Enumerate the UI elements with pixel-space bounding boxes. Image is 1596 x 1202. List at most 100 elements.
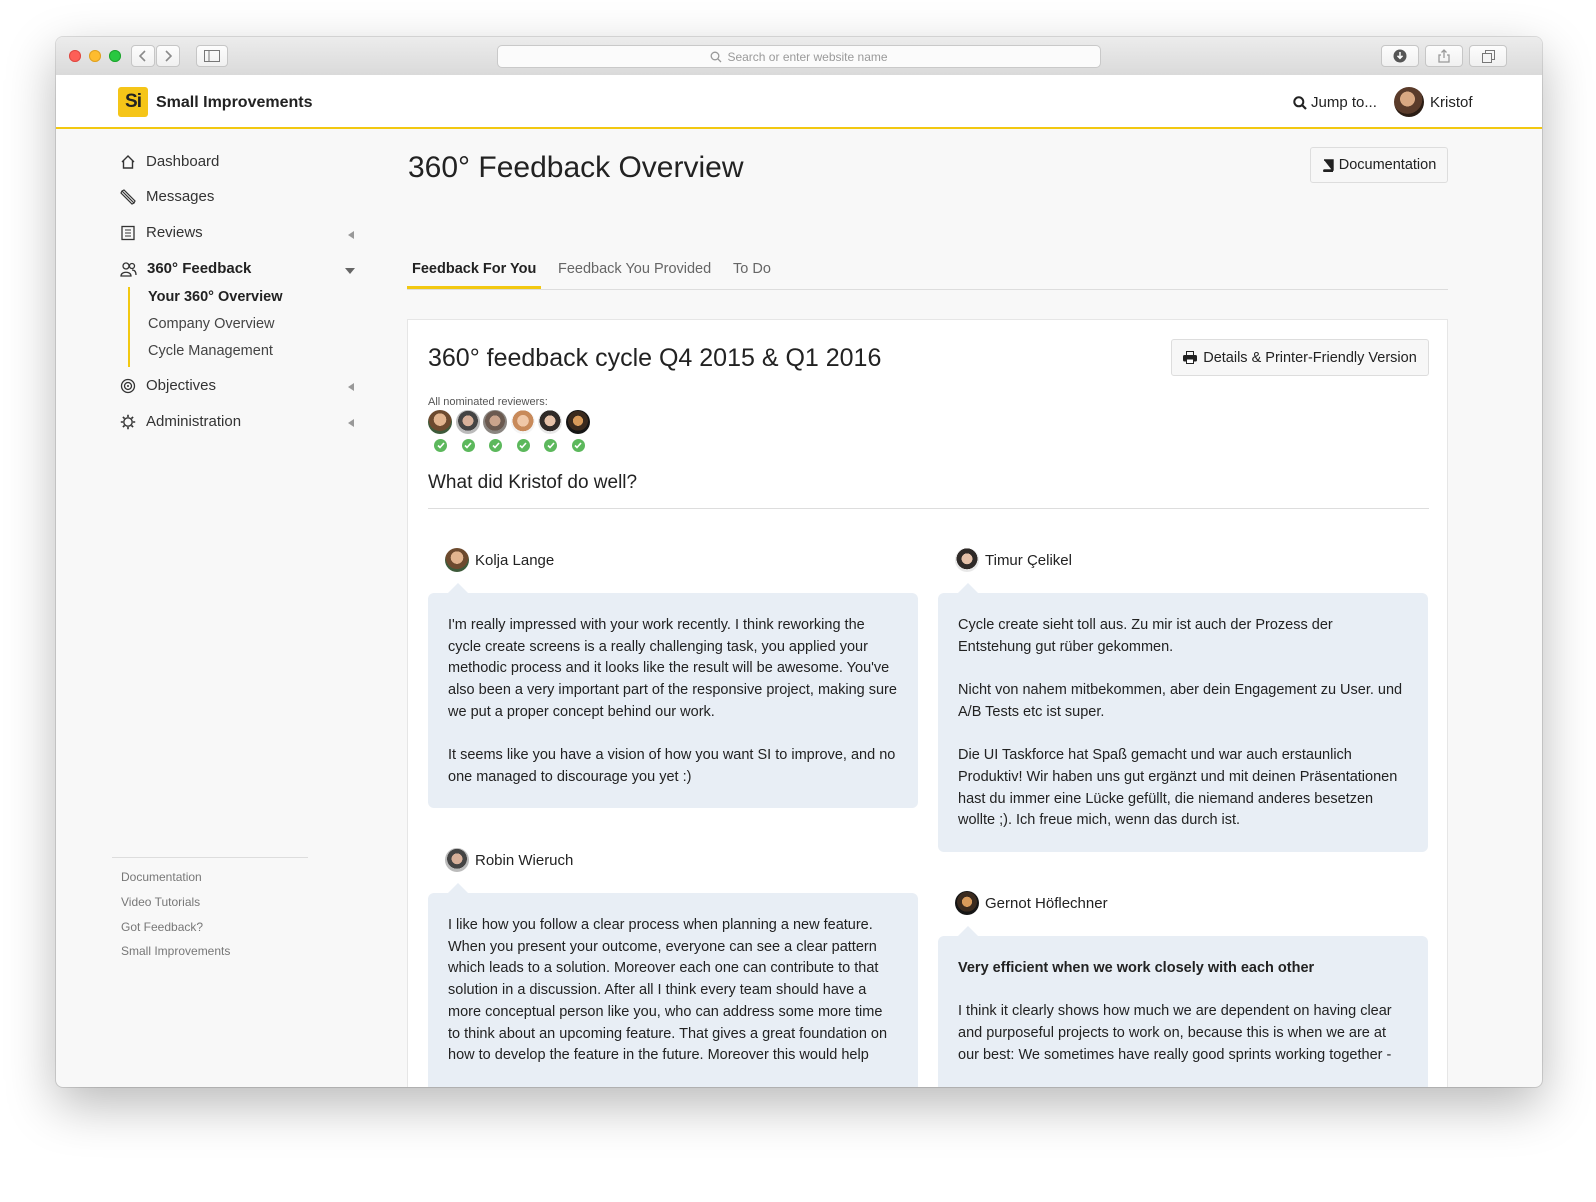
sidebar-item-messages[interactable]: Messages [120,188,214,205]
avatar [565,410,590,434]
footer-link-small-improvements[interactable]: Small Improvements [121,944,230,958]
chevron-right-icon [165,50,172,62]
sidebar-item-label: Administration [146,413,242,430]
sidebar-subitem-company-overview[interactable]: Company Overview [148,316,275,332]
reviewer-item[interactable] [455,410,484,454]
feedback-text: I'm really impressed with your work rece… [448,617,897,720]
reviewer-item[interactable] [483,410,511,454]
reviewer-item[interactable] [510,410,539,454]
sidebar-item-dashboard[interactable]: Dashboard [120,153,219,170]
forward-button[interactable] [156,45,180,67]
sidebar-subitem-cycle-management[interactable]: Cycle Management [148,343,273,359]
book-icon [1322,158,1334,172]
documentation-button-label: Documentation [1338,157,1437,173]
feedback-text: Nicht von nahem mitbekommen, aber dein E… [958,682,1403,720]
feedback-bubble: I'm really impressed with your work rece… [428,583,918,808]
reviewer-name: Timur Çelikel [985,551,1072,569]
back-button[interactable] [131,45,155,67]
check-icon [516,439,530,452]
footer-link-got-feedback[interactable]: Got Feedback? [121,920,203,934]
sidebar: Dashboard Messages Reviews 360° Feedback… [112,127,372,1087]
sidebar-item-administration[interactable]: Administration [120,413,241,430]
chevron-down-icon[interactable] [345,268,355,274]
sidebar-item-objectives[interactable]: Objectives [120,377,216,394]
reviewer-item[interactable] [538,410,566,454]
user-name: Kristof [1430,93,1473,111]
sidebar-item-label: Messages [146,188,215,205]
tabs-overview-button[interactable] [1469,45,1507,67]
minimize-window-button[interactable] [89,50,101,62]
cycle-title: 360° feedback cycle Q4 2015 & Q1 2016 [428,344,882,372]
user-menu[interactable]: Kristof [1394,87,1473,117]
check-icon [434,439,447,452]
sidebar-icon [204,50,220,62]
feedback-text: I think it clearly shows how much we are… [958,1003,1392,1063]
avatar [510,410,535,434]
reviewer-item[interactable] [565,410,594,454]
sidebar-item-label: 360° Feedback [147,260,252,277]
close-window-button[interactable] [69,50,81,62]
feedback-text: I like how you follow a clear process wh… [448,917,888,1064]
downloads-button[interactable] [1381,45,1419,67]
sidebar-divider [112,857,308,858]
chevron-left-icon[interactable] [348,383,354,391]
chevron-left-icon [139,50,146,62]
avatar [955,548,979,572]
jump-to-label: Jump to... [1311,94,1377,111]
check-icon [461,439,475,452]
document-icon [121,225,135,240]
avatar [455,410,480,434]
tab-feedback-for-you[interactable]: Feedback For You [407,261,542,289]
reviewer-header: Gernot Höflechner [955,891,1108,915]
home-icon [121,154,135,169]
sidebar-toggle-button[interactable] [196,45,228,67]
reviewer-name: Gernot Höflechner [985,894,1108,912]
footer-link-documentation[interactable]: Documentation [121,870,202,884]
tab-to-do[interactable]: To Do [733,261,771,287]
logo[interactable]: Si [118,87,148,117]
feedback-text: Die UI Taskforce hat Spaß gemacht und wa… [958,747,1398,829]
reviewer-header: Kolja Lange [445,548,554,572]
address-placeholder: Search or enter website name [727,49,888,64]
feedback-heading: Very efficient when we work closely with… [958,960,1315,976]
footer-link-video-tutorials[interactable]: Video Tutorials [121,895,200,909]
avatar [538,410,562,434]
share-icon [1438,49,1450,63]
nominated-reviewers-label: All nominated reviewers: [428,396,548,408]
jump-to-button[interactable]: Jump to... [1293,94,1377,111]
avatar [428,410,452,434]
address-bar[interactable]: Search or enter website name [497,45,1101,68]
share-button[interactable] [1425,45,1463,67]
avatar [445,548,469,572]
feedback-bubble: Cycle create sieht toll aus. Zu mir ist … [938,583,1428,852]
chevron-left-icon[interactable] [348,419,354,427]
browser-window: Search or enter website name Si Small Im… [56,37,1542,1087]
tabs-icon [1481,49,1495,63]
reviewer-item[interactable] [428,410,456,454]
printer-friendly-button-label: Details & Printer-Friendly Version [1203,349,1417,366]
sidebar-subitem-your-overview[interactable]: Your 360° Overview [148,289,283,305]
zoom-window-button[interactable] [109,50,121,62]
people-icon [120,261,137,277]
pencil-icon [120,188,136,205]
reviewer-header: Robin Wieruch [445,848,573,872]
feedback-bubble: Very efficient when we work closely with… [938,926,1428,1087]
feedback-question: What did Kristof do well? [428,472,638,493]
app-name[interactable]: Small Improvements [156,94,313,112]
sidebar-item-reviews[interactable]: Reviews [120,224,203,241]
printer-friendly-button[interactable]: Details & Printer-Friendly Version [1171,339,1429,376]
check-icon [489,439,502,452]
feedback-text: Cycle create sieht toll aus. Zu mir ist … [958,617,1333,655]
feedback-text: It seems like you have a vision of how y… [448,747,896,785]
target-icon [120,378,136,393]
feedback-panel: 360° feedback cycle Q4 2015 & Q1 2016 De… [407,319,1448,1087]
avatar [483,410,507,434]
browser-toolbar: Search or enter website name [56,37,1542,76]
avatar [1394,87,1424,117]
sidebar-subnav: Your 360° Overview Company Overview Cycl… [128,287,283,367]
chevron-left-icon[interactable] [348,231,354,239]
sidebar-item-label: Objectives [146,377,217,394]
sidebar-item-360-feedback[interactable]: 360° Feedback [120,260,251,277]
tab-feedback-you-provided[interactable]: Feedback You Provided [558,261,711,287]
documentation-button[interactable]: Documentation [1310,147,1448,183]
